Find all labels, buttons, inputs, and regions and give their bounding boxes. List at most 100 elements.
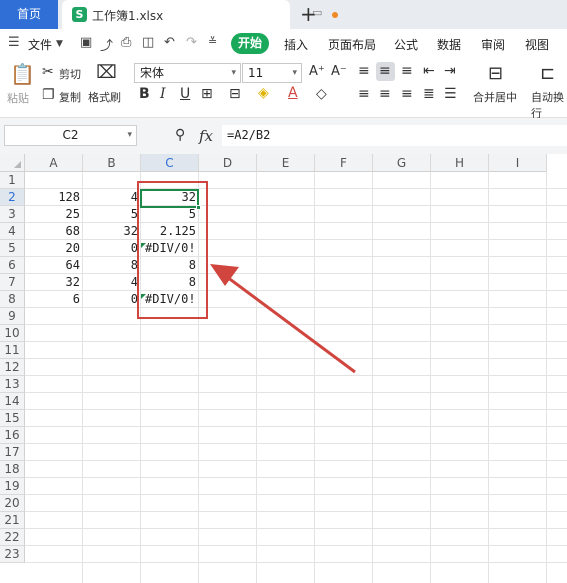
merge-center-icon[interactable]: ⊟ bbox=[488, 63, 503, 84]
align-right-icon[interactable]: ≡ bbox=[401, 86, 413, 102]
cell-a8[interactable]: 6 bbox=[25, 291, 83, 308]
row-header-11[interactable]: 11 bbox=[0, 342, 25, 359]
select-all-corner[interactable] bbox=[0, 154, 25, 172]
font-color-icon[interactable]: A bbox=[288, 85, 298, 101]
row-header-6[interactable]: 6 bbox=[0, 257, 25, 274]
font-size-select[interactable]: 11 ▾ bbox=[242, 63, 302, 83]
menu-tab-home[interactable]: 开始 bbox=[231, 33, 269, 54]
cell-b8[interactable]: 0 bbox=[83, 291, 141, 308]
cell-b5[interactable]: 0 bbox=[83, 240, 141, 257]
paste-icon[interactable]: 📋 bbox=[10, 62, 35, 86]
save-icon[interactable]: ▣ bbox=[80, 35, 92, 50]
print-preview-icon[interactable]: ◫ bbox=[142, 35, 154, 50]
row-header-22[interactable]: 22 bbox=[0, 529, 25, 546]
font-name-select[interactable]: 宋体 ▾ bbox=[134, 63, 241, 83]
distributed-icon[interactable]: ☰ bbox=[444, 86, 457, 102]
menu-tab-formula[interactable]: 公式 bbox=[394, 36, 418, 53]
cell-a3[interactable]: 25 bbox=[25, 206, 83, 223]
row-header-15[interactable]: 15 bbox=[0, 410, 25, 427]
cell-b2[interactable]: 4 bbox=[83, 189, 141, 206]
sheet-grid[interactable]: ABCDEFGHI 1 2 3 4 5 6 7 8 9 10 11 12 13 14 15 16 17 18 19 2… bbox=[0, 154, 567, 583]
align-left-icon[interactable]: ≡ bbox=[358, 86, 370, 102]
menu-tab-insert[interactable]: 插入 bbox=[284, 36, 308, 53]
row-header-8[interactable]: 8 bbox=[0, 291, 25, 308]
column-header-i[interactable]: I bbox=[489, 154, 547, 172]
menu-tab-review[interactable]: 审阅 bbox=[481, 36, 505, 53]
align-top-icon[interactable]: ≡ bbox=[358, 63, 370, 79]
redo-icon[interactable]: ↷ bbox=[186, 35, 197, 50]
menu-tab-page-layout[interactable]: 页面布局 bbox=[328, 36, 376, 53]
row-header-20[interactable]: 20 bbox=[0, 495, 25, 512]
column-header-e[interactable]: E bbox=[257, 154, 315, 172]
paste-button[interactable]: 粘贴 bbox=[7, 90, 29, 106]
format-painter-icon[interactable]: ⌧ bbox=[96, 62, 117, 83]
chevron-down-icon[interactable]: ▼ bbox=[56, 39, 63, 49]
new-tab-button[interactable]: + bbox=[300, 2, 317, 26]
cell-b4[interactable]: 32 bbox=[83, 223, 141, 240]
row-header-12[interactable]: 12 bbox=[0, 359, 25, 376]
increase-font-icon[interactable]: A⁺ bbox=[309, 64, 325, 79]
menu-file[interactable]: 文件 bbox=[28, 36, 52, 53]
row-header-2[interactable]: 2 bbox=[0, 189, 25, 206]
wrap-text-icon[interactable]: ⊏ bbox=[540, 63, 555, 84]
align-bottom-icon[interactable]: ≡ bbox=[401, 63, 413, 79]
cell-a7[interactable]: 32 bbox=[25, 274, 83, 291]
cell-a6[interactable]: 64 bbox=[25, 257, 83, 274]
bold-button[interactable]: B bbox=[139, 86, 150, 102]
menu-tab-view[interactable]: 视图 bbox=[525, 36, 549, 53]
row-header-10[interactable]: 10 bbox=[0, 325, 25, 342]
format-painter-button[interactable]: 格式刷 bbox=[88, 89, 121, 105]
column-header-g[interactable]: G bbox=[373, 154, 431, 172]
menu-tab-data[interactable]: 数据 bbox=[437, 36, 461, 53]
cell-b7[interactable]: 4 bbox=[83, 274, 141, 291]
formula-input[interactable]: =A2/B2 bbox=[222, 125, 567, 146]
zoom-icon[interactable]: ⚲ bbox=[175, 127, 185, 143]
copy-button[interactable]: 复制 bbox=[59, 89, 81, 105]
column-header-c[interactable]: C bbox=[141, 154, 199, 172]
cell-b3[interactable]: 5 bbox=[83, 206, 141, 223]
borders-icon[interactable]: ⊞ bbox=[201, 86, 213, 102]
merge-center-button[interactable]: 合并居中 bbox=[473, 89, 517, 105]
row-header-5[interactable]: 5 bbox=[0, 240, 25, 257]
tab-document[interactable]: S 工作簿1.xlsx ▭ bbox=[62, 0, 338, 29]
italic-button[interactable]: I bbox=[160, 86, 166, 102]
row-header-17[interactable]: 17 bbox=[0, 444, 25, 461]
more-chevron-icon[interactable]: ≚ bbox=[208, 35, 217, 48]
row-header-21[interactable]: 21 bbox=[0, 512, 25, 529]
row-header-19[interactable]: 19 bbox=[0, 478, 25, 495]
row-header-14[interactable]: 14 bbox=[0, 393, 25, 410]
cell-a4[interactable]: 68 bbox=[25, 223, 83, 240]
cell-a2[interactable]: 128 bbox=[25, 189, 83, 206]
name-box[interactable]: C2 ▾ bbox=[4, 125, 137, 146]
justify-icon[interactable]: ≣ bbox=[423, 86, 435, 102]
decrease-font-icon[interactable]: A⁻ bbox=[331, 64, 347, 79]
indent-increase-icon[interactable]: ⇥ bbox=[444, 63, 456, 79]
align-middle-icon[interactable]: ≡ bbox=[379, 63, 391, 79]
clear-format-icon[interactable]: ◇ bbox=[316, 86, 327, 102]
wrap-text-button[interactable]: 自动换行 bbox=[531, 89, 567, 121]
row-header-3[interactable]: 3 bbox=[0, 206, 25, 223]
column-header-f[interactable]: F bbox=[315, 154, 373, 172]
column-header-h[interactable]: H bbox=[431, 154, 489, 172]
cell-b6[interactable]: 8 bbox=[83, 257, 141, 274]
row-header-16[interactable]: 16 bbox=[0, 427, 25, 444]
tab-home[interactable]: 首页 bbox=[0, 0, 58, 29]
column-header-a[interactable]: A bbox=[25, 154, 83, 172]
cell-style-icon[interactable]: ⊟ bbox=[229, 86, 241, 102]
cut-button[interactable]: 剪切 bbox=[59, 66, 81, 82]
function-icon[interactable]: fx bbox=[199, 127, 213, 145]
row-header-18[interactable]: 18 bbox=[0, 461, 25, 478]
column-header-d[interactable]: D bbox=[199, 154, 257, 172]
underline-button[interactable]: U bbox=[180, 86, 190, 102]
cell-a5[interactable]: 20 bbox=[25, 240, 83, 257]
align-center-icon[interactable]: ≡ bbox=[379, 86, 391, 102]
row-header-23[interactable]: 23 bbox=[0, 546, 25, 563]
export-icon[interactable]: ⤴ bbox=[100, 35, 113, 54]
column-header-b[interactable]: B bbox=[83, 154, 141, 172]
print-icon[interactable]: ⎙ bbox=[121, 35, 131, 50]
fill-color-icon[interactable]: ◈ bbox=[258, 85, 269, 101]
undo-icon[interactable]: ↶ bbox=[164, 35, 175, 50]
row-header-7[interactable]: 7 bbox=[0, 274, 25, 291]
row-header-13[interactable]: 13 bbox=[0, 376, 25, 393]
row-header-9[interactable]: 9 bbox=[0, 308, 25, 325]
